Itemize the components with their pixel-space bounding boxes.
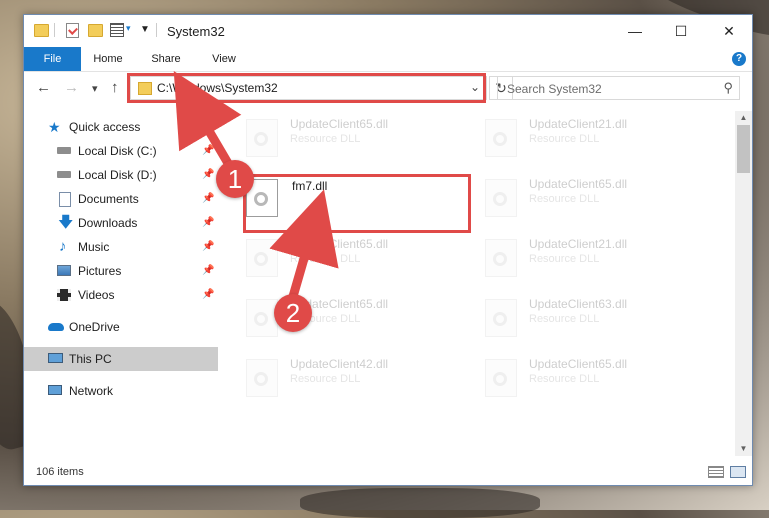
arrow-to-file xyxy=(269,189,339,305)
annotation-arrows xyxy=(173,70,339,305)
arrow-to-address-bar xyxy=(173,70,242,175)
step-1-badge: 1 xyxy=(216,160,254,198)
step-2-badge: 2 xyxy=(274,294,312,332)
